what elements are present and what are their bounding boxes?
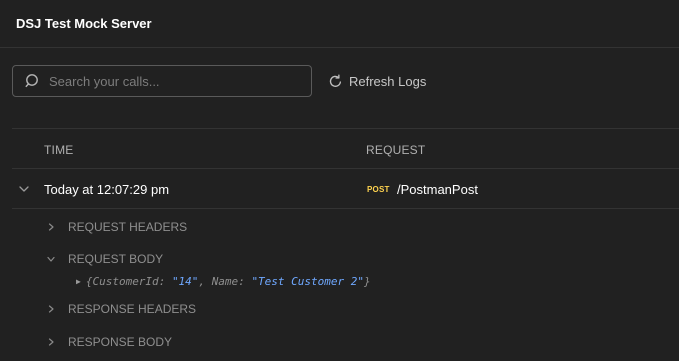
refresh-logs-button[interactable]: Refresh Logs bbox=[328, 74, 426, 89]
response-headers-label: RESPONSE HEADERS bbox=[68, 302, 197, 316]
toolbar: Refresh Logs bbox=[12, 65, 426, 97]
request-headers-label: REQUEST HEADERS bbox=[68, 220, 188, 234]
request-body-section[interactable]: REQUEST BODY bbox=[46, 252, 163, 266]
server-title: DSJ Test Mock Server bbox=[16, 16, 152, 31]
chevron-down-icon bbox=[47, 256, 55, 262]
refresh-logs-label: Refresh Logs bbox=[349, 73, 427, 89]
response-headers-section[interactable]: RESPONSE HEADERS bbox=[46, 302, 196, 316]
method-badge: POST bbox=[367, 185, 390, 194]
chevron-right-icon bbox=[48, 338, 54, 346]
request-body-label: REQUEST BODY bbox=[68, 252, 164, 266]
calls-table: TIME REQUEST Today at 12:07:29 pm POST /… bbox=[12, 128, 679, 349]
table-header: TIME REQUEST bbox=[12, 128, 679, 169]
expand-triangle-icon[interactable]: ▶ bbox=[76, 277, 81, 286]
app-header: DSJ Test Mock Server bbox=[0, 0, 679, 48]
request-path: /PostmanPost bbox=[397, 182, 478, 197]
call-time: Today at 12:07:29 pm bbox=[44, 182, 170, 197]
search-input[interactable] bbox=[49, 73, 311, 89]
request-headers-section[interactable]: REQUEST HEADERS bbox=[46, 220, 187, 234]
json-key: CustomerId bbox=[92, 275, 159, 288]
response-body-label: RESPONSE BODY bbox=[68, 335, 173, 349]
chevron-right-icon bbox=[48, 223, 54, 231]
search-icon bbox=[25, 74, 38, 88]
refresh-icon bbox=[329, 73, 342, 87]
response-body-section[interactable]: RESPONSE BODY bbox=[46, 335, 172, 349]
table-row[interactable]: Today at 12:07:29 pm POST /PostmanPost bbox=[12, 169, 679, 209]
json-string-value: "Test Customer 2" bbox=[251, 275, 365, 288]
request-body-json: ▶{CustomerId: "14", Name: "Test Customer… bbox=[76, 275, 371, 288]
json-string-value: "14" bbox=[171, 275, 199, 288]
column-header-request: REQUEST bbox=[366, 143, 426, 157]
json-key: Name bbox=[211, 275, 239, 288]
search-box[interactable] bbox=[12, 65, 312, 97]
column-header-time: TIME bbox=[44, 143, 74, 157]
chevron-down-icon[interactable] bbox=[18, 183, 30, 195]
chevron-right-icon bbox=[48, 305, 54, 313]
